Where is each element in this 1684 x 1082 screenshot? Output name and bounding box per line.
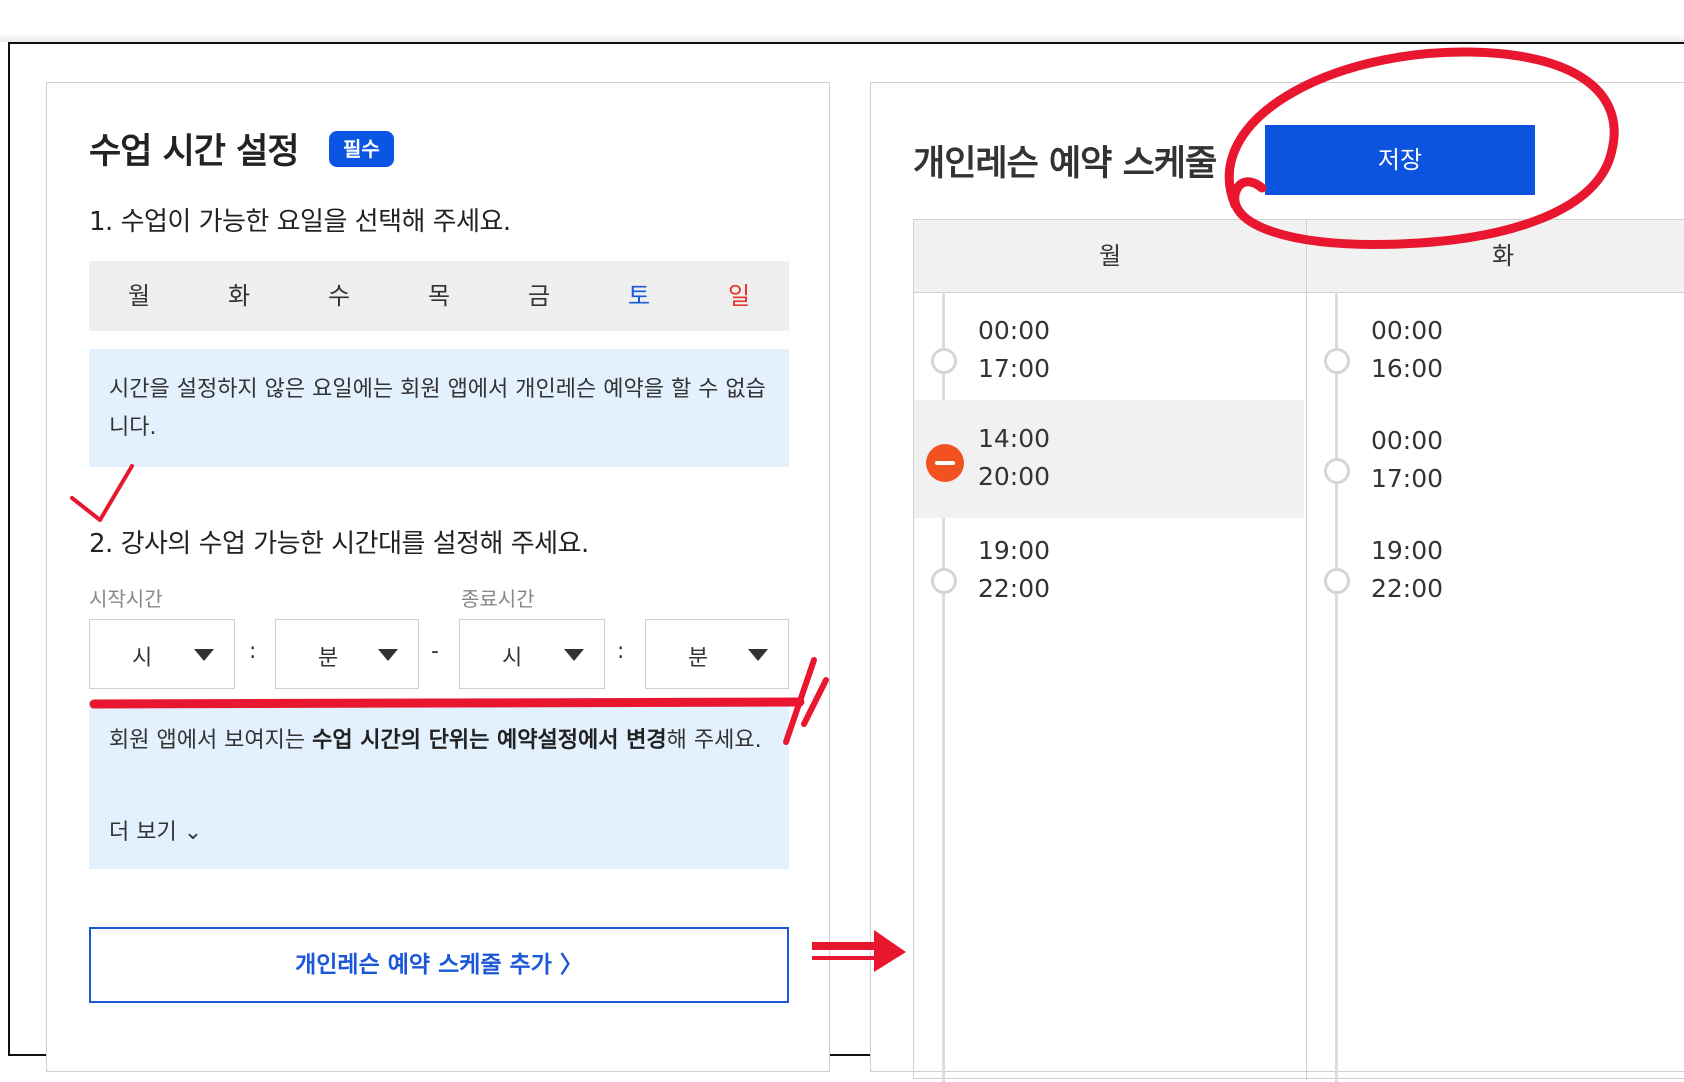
colon-separator: : [617, 639, 625, 664]
time-slot[interactable]: 19:00 22:00 [1307, 520, 1684, 638]
timeline-dot-icon [1324, 568, 1350, 594]
info2-text-c: 해 주세요. [666, 728, 762, 753]
day-sun[interactable]: 일 [689, 261, 789, 331]
add-schedule-button[interactable]: 개인레슨 예약 스케줄 추가 〉 [89, 927, 789, 1003]
day-sat[interactable]: 토 [589, 261, 689, 331]
end-hour-select[interactable]: 시 [459, 619, 605, 689]
time-slot[interactable]: 00:00 16:00 [1307, 300, 1684, 418]
caret-down-icon [194, 649, 214, 661]
time-slot[interactable]: 00:00 17:00 [1307, 410, 1684, 528]
timeline-dot-icon [1324, 348, 1350, 374]
end-hour-value: 시 [502, 646, 523, 671]
slot-end: 16:00 [1371, 354, 1444, 383]
day-selector: 월 화 수 목 금 토 일 [89, 261, 789, 331]
slot-start: 19:00 [1371, 536, 1444, 565]
time-slot[interactable]: 19:00 22:00 [914, 520, 1304, 638]
timeline-dot-icon [931, 348, 957, 374]
slot-end: 20:00 [978, 462, 1051, 491]
timeline-dot-icon [931, 568, 957, 594]
schedule-grid: 월 화 00:00 17:00 14:00 20:00 19:00 22:00 … [913, 219, 1684, 1082]
slot-end: 22:00 [1371, 574, 1444, 603]
step2-instruction: 2. 강사의 수업 가능한 시간대를 설정해 주세요. [89, 529, 589, 559]
required-badge: 필수 [329, 131, 394, 167]
day-fri[interactable]: 금 [489, 261, 589, 331]
class-time-settings-panel: 수업 시간 설정 필수 1. 수업이 가능한 요일을 선택해 주세요. 월 화 … [46, 82, 830, 1072]
end-time-label: 종료시간 [461, 587, 535, 611]
caret-down-icon [748, 649, 768, 661]
dash-separator: - [431, 639, 439, 664]
start-minute-value: 분 [318, 646, 339, 671]
timeline-dot-icon [1324, 458, 1350, 484]
info-box-days: 시간을 설정하지 않은 요일에는 회원 앱에서 개인레슨 예약을 할 수 없습니… [89, 349, 789, 467]
more-toggle[interactable]: 더 보기 ⌄ [109, 813, 202, 853]
slot-end: 17:00 [1371, 464, 1444, 493]
start-hour-select[interactable]: 시 [89, 619, 235, 689]
slot-start: 00:00 [978, 316, 1051, 345]
lesson-schedule-panel: 개인레슨 예약 스케줄 저장 월 화 00:00 17:00 14:00 20:… [870, 82, 1684, 1082]
grid-header: 월 화 [914, 220, 1684, 293]
start-minute-select[interactable]: 분 [275, 619, 419, 689]
day-wed[interactable]: 수 [289, 261, 389, 331]
slot-start: 19:00 [978, 536, 1051, 565]
slot-end: 22:00 [978, 574, 1051, 603]
column-header-mon: 월 [1098, 242, 1122, 270]
info2-text-bold: 수업 시간의 단위는 예약설정에서 변경 [312, 728, 667, 753]
page-title: 수업 시간 설정 [89, 132, 300, 172]
caret-down-icon [378, 649, 398, 661]
caret-down-icon [564, 649, 584, 661]
day-tue[interactable]: 화 [189, 261, 289, 331]
save-button[interactable]: 저장 [1265, 125, 1535, 195]
slot-end: 17:00 [978, 354, 1051, 383]
end-minute-select[interactable]: 분 [645, 619, 789, 689]
info2-text-a: 회원 앱에서 보여지는 [109, 728, 313, 753]
slot-start: 00:00 [1371, 426, 1444, 455]
colon-separator: : [249, 639, 257, 664]
slot-start: 00:00 [1371, 316, 1444, 345]
slot-start: 14:00 [978, 424, 1051, 453]
column-header-tue: 화 [1491, 242, 1515, 270]
end-minute-value: 분 [688, 646, 709, 671]
remove-slot-icon[interactable] [926, 444, 964, 482]
day-thu[interactable]: 목 [389, 261, 489, 331]
start-hour-value: 시 [132, 646, 153, 671]
time-slot-selected[interactable]: 14:00 20:00 [914, 400, 1304, 518]
top-shadow [0, 34, 1684, 42]
start-time-label: 시작시간 [89, 587, 163, 611]
day-mon[interactable]: 월 [89, 261, 189, 331]
schedule-title: 개인레슨 예약 스케줄 [913, 144, 1217, 184]
info-box-time-unit: 회원 앱에서 보여지는 수업 시간의 단위는 예약설정에서 변경해 주세요. 더… [89, 701, 789, 869]
step1-instruction: 1. 수업이 가능한 요일을 선택해 주세요. [89, 207, 511, 237]
